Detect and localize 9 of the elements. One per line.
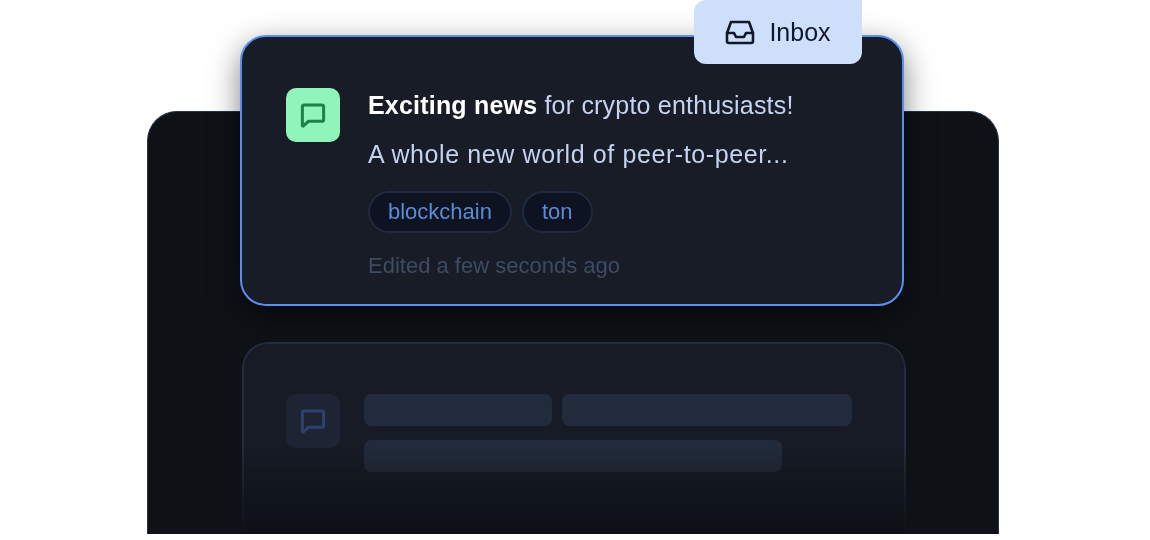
message-title: Exciting news for crypto enthusiasts! — [368, 90, 794, 121]
edited-time: Edited a few seconds ago — [368, 253, 620, 279]
inbox-icon — [725, 19, 756, 45]
chat-icon — [286, 88, 340, 142]
chat-icon — [286, 393, 340, 448]
inbox-badge: Inbox — [694, 0, 862, 64]
tag-chip[interactable]: blockchain — [368, 191, 512, 233]
message-preview: A whole new world of peer-to-peer... — [368, 139, 789, 170]
tag-chip[interactable]: ton — [521, 191, 593, 233]
